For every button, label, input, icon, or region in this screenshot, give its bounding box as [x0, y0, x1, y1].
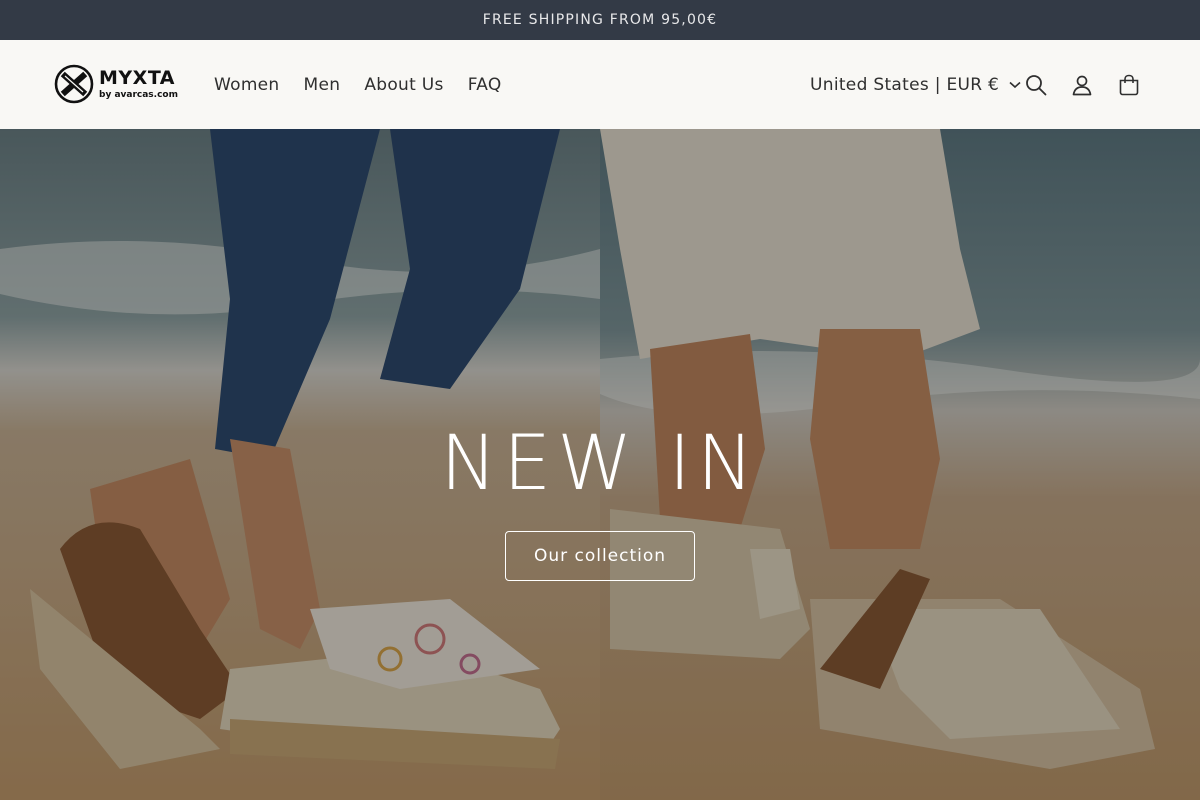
cart-icon [1119, 74, 1139, 96]
nav-item-faq[interactable]: FAQ [456, 75, 514, 95]
announcement-bar: FREE SHIPPING FROM 95,00€ [0, 0, 1200, 40]
main-nav: Women Men About Us FAQ [202, 40, 514, 129]
account-button[interactable] [1065, 68, 1099, 102]
account-icon [1072, 75, 1092, 96]
logo-subtitle: by avarcas.com [99, 89, 178, 100]
logo[interactable]: MYXTA by avarcas.com [54, 64, 178, 104]
nav-item-women[interactable]: Women [202, 75, 292, 95]
hero-banner: NEW IN Our collection [0, 129, 1200, 800]
search-button[interactable] [1019, 68, 1053, 102]
hero-content: NEW IN Our collection [0, 425, 1200, 581]
logo-mark-icon [54, 64, 94, 104]
announcement-text: FREE SHIPPING FROM 95,00€ [482, 12, 718, 28]
search-icon [1026, 75, 1047, 96]
nav-item-about-us[interactable]: About Us [352, 75, 455, 95]
cart-button[interactable] [1112, 68, 1146, 102]
hero-title: NEW IN [440, 418, 760, 507]
logo-name: MYXTA [99, 66, 176, 89]
our-collection-button[interactable]: Our collection [505, 531, 695, 581]
nav-item-men[interactable]: Men [292, 75, 353, 95]
site-header: MYXTA by avarcas.com Women Men About Us … [0, 40, 1200, 129]
region-selector[interactable]: United States | EUR € [810, 40, 1021, 129]
region-label: United States | EUR € [810, 74, 1000, 95]
